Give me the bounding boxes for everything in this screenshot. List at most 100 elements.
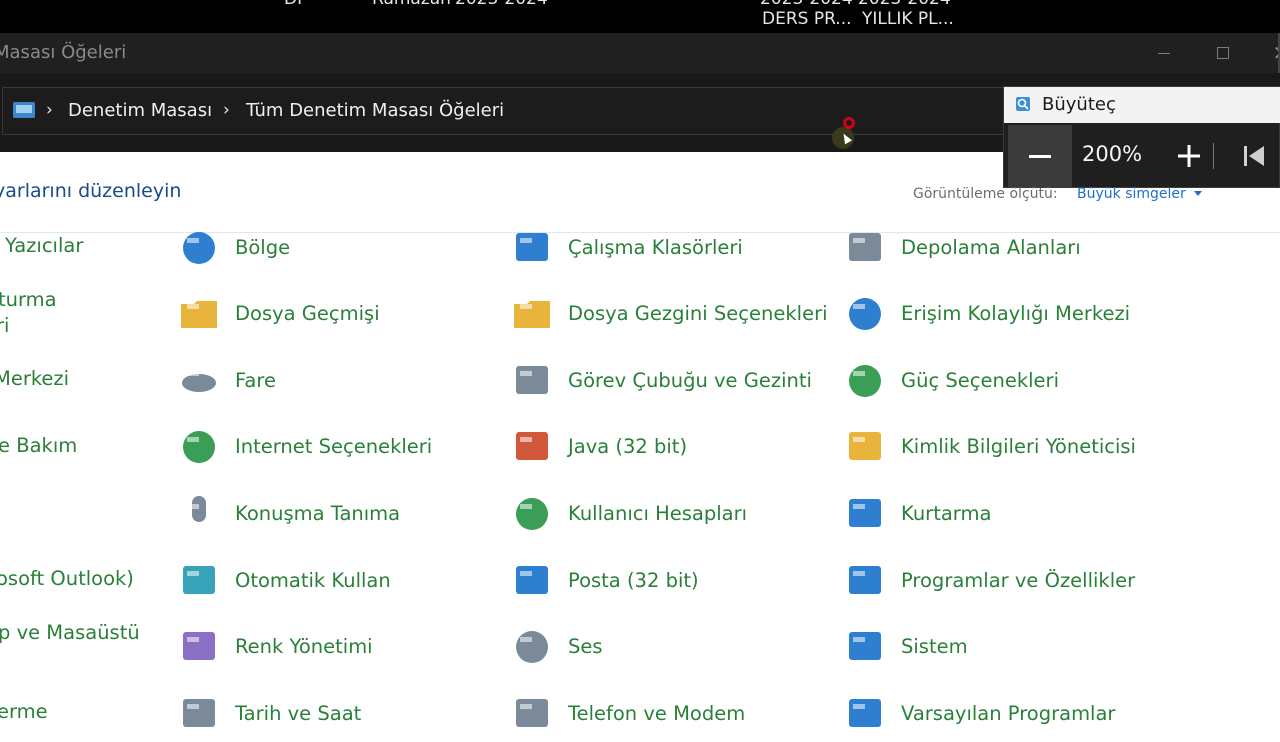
control-panel-item[interactable]: Internet Seçenekleri	[177, 425, 477, 475]
control-panel-item[interactable]: Bölge	[177, 226, 477, 276]
default-programs-icon	[843, 692, 887, 736]
breadcrumb-separator[interactable]: ›	[46, 100, 53, 120]
control-panel-item[interactable]: Konuşma Tanıma	[177, 492, 477, 542]
control-panel-item[interactable]: Dosya Gezgini Seçenekleri	[510, 292, 810, 342]
control-panel-item-label: Renk Yönetimi	[235, 635, 373, 658]
globe-clock-icon	[177, 226, 221, 270]
control-panel-item-label: Dosya Geçmişi	[235, 302, 380, 325]
control-panel-item[interactable]: Fare	[177, 359, 477, 409]
desktop-icon-strip: Dİ Ramazan 2023-2024 2023-2024 2023-2024…	[0, 0, 1280, 33]
maximize-button[interactable]	[1194, 33, 1252, 73]
speaker-icon	[510, 625, 554, 669]
zoom-out-button[interactable]	[1008, 125, 1072, 187]
mouse-icon	[177, 359, 221, 403]
control-panel-item[interactable]: Otomatik Kullan	[177, 559, 477, 609]
minimize-button[interactable]	[1135, 33, 1193, 73]
control-panel-item[interactable]: Kullanıcı Hesapları	[510, 492, 810, 542]
control-panel-item[interactable]: Varsayılan Programlar	[843, 692, 1143, 742]
desktop-icon-label[interactable]: Dİ	[284, 0, 302, 9]
control-panel-item-partial[interactable]: p ve Masaüstü	[0, 621, 140, 644]
control-panel-item-label: Internet Seçenekleri	[235, 435, 432, 458]
desktop-icon-label[interactable]: YILLIK PL...	[862, 9, 954, 29]
control-panel-item-partial[interactable]: ri	[0, 314, 9, 337]
recovery-icon	[843, 492, 887, 536]
control-panel-icon	[13, 102, 35, 118]
taskbar-icon	[510, 359, 554, 403]
control-panel-item-label: Kullanıcı Hesapları	[568, 502, 747, 525]
page-heading: yarlarını düzenleyin	[0, 180, 181, 202]
control-panel-item-label: Programlar ve Özellikler	[901, 569, 1135, 592]
desktop-icon-label[interactable]: 2023-2024	[858, 0, 951, 9]
control-panel-item-label: Telefon ve Modem	[568, 702, 745, 725]
control-panel-item-label: Güç Seçenekleri	[901, 369, 1059, 392]
internet-options-icon	[177, 425, 221, 469]
view-by-dropdown[interactable]: Büyük simgeler	[1077, 186, 1186, 202]
control-panel-item-label: Görev Çubuğu ve Gezinti	[568, 369, 812, 392]
desktop-icon-label[interactable]: 2023-2024	[455, 0, 548, 9]
control-panel-item-partial[interactable]: Yazıcılar	[5, 234, 83, 257]
mail-icon	[510, 559, 554, 603]
folder-history-icon	[177, 292, 221, 336]
programs-features-icon	[843, 559, 887, 603]
control-panel-item[interactable]: Depolama Alanları	[843, 226, 1143, 276]
folder-options-icon	[510, 292, 554, 336]
address-bar[interactable]: › Denetim Masası › Tüm Denetim Masası Öğ…	[2, 87, 1102, 135]
control-panel-item[interactable]: Kurtarma	[843, 492, 1143, 542]
microphone-icon	[177, 492, 221, 536]
control-panel-item[interactable]: Güç Seçenekleri	[843, 359, 1143, 409]
control-panel-item[interactable]: Çalışma Klasörleri	[510, 226, 810, 276]
control-panel-item-partial[interactable]: osoft Outlook)	[0, 567, 134, 590]
control-panel-item[interactable]: Renk Yönetimi	[177, 625, 477, 675]
click-indicator	[843, 117, 855, 129]
desktop-icon-label[interactable]: DERS PR...	[762, 9, 852, 29]
control-panel-item[interactable]: Programlar ve Özellikler	[843, 559, 1143, 609]
toolbar-divider	[1213, 143, 1214, 169]
control-panel-item-label: Bölge	[235, 236, 290, 259]
control-panel-item[interactable]: Tarih ve Saat	[177, 692, 477, 742]
desktop-icon-label[interactable]: Ramazan	[372, 0, 451, 9]
minus-icon	[1029, 155, 1051, 158]
control-panel-item[interactable]: Java (32 bit)	[510, 425, 810, 475]
work-folders-icon	[510, 226, 554, 270]
telephone-modem-icon	[510, 692, 554, 736]
control-panel-item[interactable]: Telefon ve Modem	[510, 692, 810, 742]
control-panel-item-label: Erişim Kolaylığı Merkezi	[901, 302, 1130, 325]
control-panel-item-label: Kurtarma	[901, 502, 991, 525]
window-title-bar[interactable]: Masası Öğeleri ✕	[0, 33, 1280, 73]
minimize-icon	[1158, 53, 1170, 54]
breadcrumb-all-items[interactable]: Tüm Denetim Masası Öğeleri	[246, 100, 504, 121]
credential-manager-icon	[843, 425, 887, 469]
close-button[interactable]: ✕	[1252, 33, 1280, 73]
control-panel-item-partial[interactable]: Merkezi	[0, 367, 69, 390]
control-panel-item-partial[interactable]: e Bakım	[0, 434, 77, 457]
control-panel-item-partial[interactable]: turma	[0, 288, 57, 311]
zoom-in-button[interactable]	[1164, 125, 1214, 187]
control-panel-item[interactable]: Kimlik Bilgileri Yöneticisi	[843, 425, 1143, 475]
control-panel-item-label: Sistem	[901, 635, 968, 658]
breadcrumb-control-panel[interactable]: Denetim Masası	[68, 100, 212, 121]
breadcrumb-separator[interactable]: ›	[223, 100, 230, 120]
chevron-down-icon[interactable]	[1194, 191, 1202, 196]
maximize-icon	[1217, 47, 1229, 59]
magnifier-icon	[1015, 96, 1031, 112]
desktop-icon-label[interactable]: 2023-2024	[760, 0, 853, 9]
control-panel-item[interactable]: Dosya Geçmişi	[177, 292, 477, 342]
magnifier-window: Büyüteç 200%	[1003, 86, 1280, 188]
control-panel-item-label: Depolama Alanları	[901, 236, 1081, 259]
magnifier-title: Büyüteç	[1042, 94, 1116, 115]
plus-icon	[1177, 144, 1201, 168]
window-title: Masası Öğeleri	[0, 42, 126, 63]
control-panel-item[interactable]: Görev Çubuğu ve Gezinti	[510, 359, 810, 409]
control-panel-item-label: Çalışma Klasörleri	[568, 236, 743, 259]
control-panel-item[interactable]: Sistem	[843, 625, 1143, 675]
control-panel-item-label: Posta (32 bit)	[568, 569, 699, 592]
control-panel-item[interactable]: Ses	[510, 625, 810, 675]
control-panel-item[interactable]: Erişim Kolaylığı Merkezi	[843, 292, 1143, 342]
control-panel-item[interactable]: Posta (32 bit)	[510, 559, 810, 609]
magnifier-title-bar[interactable]: Büyüteç	[1004, 87, 1280, 123]
calendar-clock-icon	[177, 692, 221, 736]
zoom-level: 200%	[1082, 142, 1142, 166]
magnifier-options-button[interactable]	[1234, 125, 1274, 187]
color-management-icon	[177, 625, 221, 669]
ease-of-access-icon	[843, 292, 887, 336]
